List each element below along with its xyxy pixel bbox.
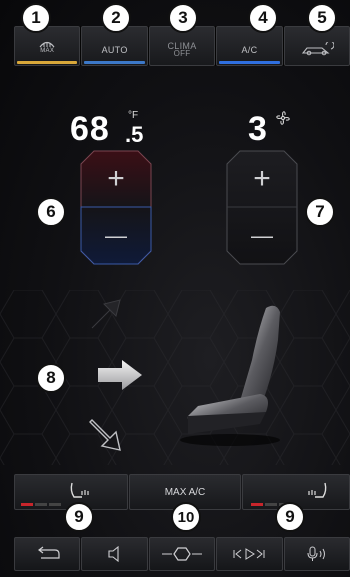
- left-seat-heat-level: [21, 503, 61, 506]
- callout-badge: 5: [307, 3, 337, 33]
- seat-heat-left-icon: [70, 482, 89, 498]
- voice-button[interactable]: [283, 537, 350, 571]
- recirculation-icon: [301, 42, 334, 56]
- voice-icon: [307, 546, 325, 561]
- bottom-nav-bar: [14, 537, 350, 571]
- fan-icon: [276, 111, 290, 125]
- callout-badge: 8: [36, 363, 66, 393]
- callout-badge: 3: [168, 3, 198, 33]
- speaker-icon: [108, 546, 119, 562]
- temperature-value: 68: [70, 110, 110, 148]
- temperature-down-button[interactable]: —: [80, 207, 152, 264]
- volume-button[interactable]: [81, 537, 148, 571]
- callout-badge: 4: [248, 3, 278, 33]
- ac-indicator: [219, 61, 280, 64]
- callout-badge: 1: [21, 3, 51, 33]
- home-button[interactable]: [148, 537, 216, 571]
- clima-off-label: OFF: [173, 49, 191, 58]
- auto-indicator: [84, 61, 145, 64]
- airflow-lower-button[interactable]: [86, 412, 130, 456]
- media-controls-icon: [233, 548, 265, 560]
- seat-heat-right-icon: [308, 482, 327, 498]
- ac-button[interactable]: A/C: [216, 26, 283, 66]
- media-controls-button[interactable]: [216, 537, 283, 571]
- max-label: MAX: [40, 47, 55, 54]
- airflow-upper-button[interactable]: [86, 294, 126, 334]
- temperature-decimal: .5: [125, 122, 144, 147]
- auto-label: AUTO: [101, 45, 128, 55]
- ac-label: A/C: [241, 45, 258, 55]
- temperature-unit: °F: [128, 110, 139, 121]
- callout-badge: 2: [101, 3, 131, 33]
- temperature-decimal-digit: 5: [131, 122, 144, 147]
- defrost-max-icon: [39, 41, 55, 47]
- max-indicator: [17, 61, 78, 64]
- home-hexagon-icon: [162, 547, 203, 561]
- temperature-stepper: + —: [80, 150, 152, 265]
- back-button[interactable]: [14, 537, 81, 571]
- fan-up-button[interactable]: +: [226, 150, 298, 207]
- airflow-middle-button[interactable]: [96, 358, 144, 392]
- callout-badge: 9: [275, 502, 305, 532]
- callout-badge: 6: [36, 197, 66, 227]
- callout-badge: 7: [305, 197, 335, 227]
- back-icon: [38, 546, 60, 559]
- climate-screen: MAX AUTO CLIMA OFF A/C 68 °F .5 3 + — + …: [0, 0, 350, 577]
- fan-stepper: + —: [226, 150, 298, 265]
- callout-badge: 9: [64, 502, 94, 532]
- fan-speed-value: 3: [248, 110, 267, 148]
- max-ac-label: MAX A/C: [164, 486, 206, 498]
- seat-illustration: [180, 305, 280, 446]
- fan-down-button[interactable]: —: [226, 207, 298, 264]
- callout-badge: 10: [171, 502, 201, 532]
- max-defrost-button[interactable]: MAX: [14, 26, 81, 66]
- temperature-up-button[interactable]: +: [80, 150, 152, 207]
